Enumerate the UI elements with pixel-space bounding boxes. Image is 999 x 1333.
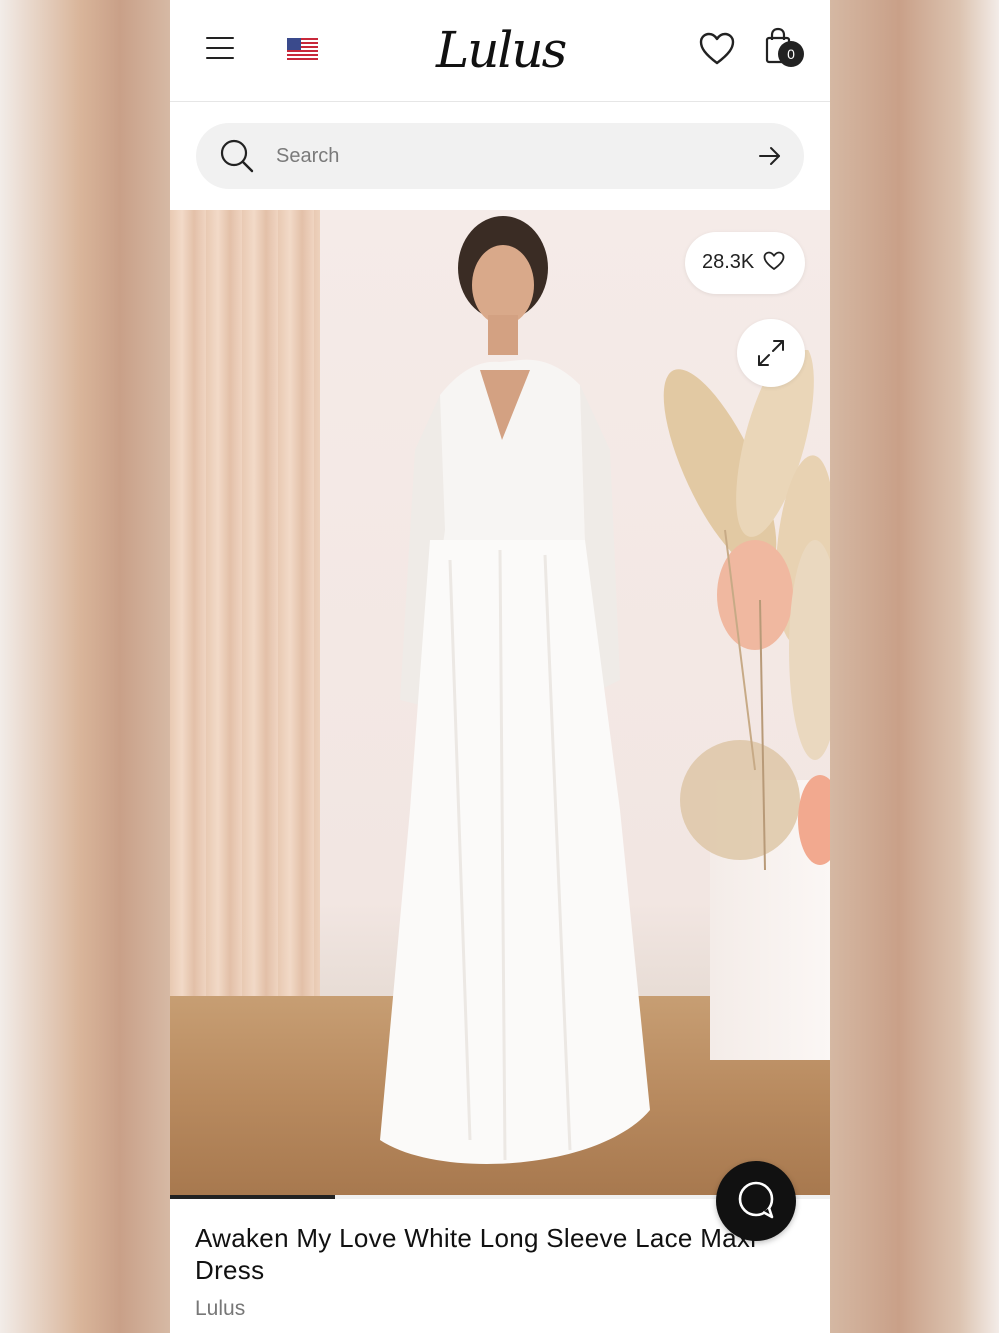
heart-icon[interactable] (699, 32, 735, 66)
expand-arrows-icon (758, 340, 784, 366)
expand-image-button[interactable] (737, 319, 805, 387)
search-bar[interactable] (196, 123, 804, 189)
image-carousel-progress-fill (170, 1195, 335, 1199)
pampas-grass-decor (663, 350, 830, 870)
search-input[interactable] (276, 141, 736, 171)
us-flag-icon[interactable] (287, 38, 318, 60)
hamburger-menu-icon[interactable] (204, 34, 238, 62)
lulus-logo[interactable]: Lulus (436, 18, 567, 82)
product-brand[interactable]: Lulus (195, 1297, 245, 1321)
top-header: Lulus 0 (170, 0, 830, 102)
chat-button[interactable] (716, 1161, 796, 1241)
likes-button[interactable]: 28.3K (685, 232, 805, 294)
arrow-right-icon[interactable] (758, 145, 782, 167)
search-icon (220, 139, 254, 173)
heart-outline-icon (763, 251, 785, 270)
product-title: Awaken My Love White Long Sleeve Lace Ma… (195, 1223, 757, 1285)
curtain-backdrop (170, 210, 320, 1070)
model-in-white-dress (380, 216, 650, 1164)
chat-bubble-icon (738, 1181, 774, 1219)
cart-count-badge: 0 (778, 41, 804, 67)
likes-count: 28.3K (702, 251, 755, 273)
product-image[interactable]: 28.3K (170, 210, 830, 1198)
app-screen: Lulus 0 Search 28.3K Awaken My Love Whit… (170, 0, 830, 1333)
